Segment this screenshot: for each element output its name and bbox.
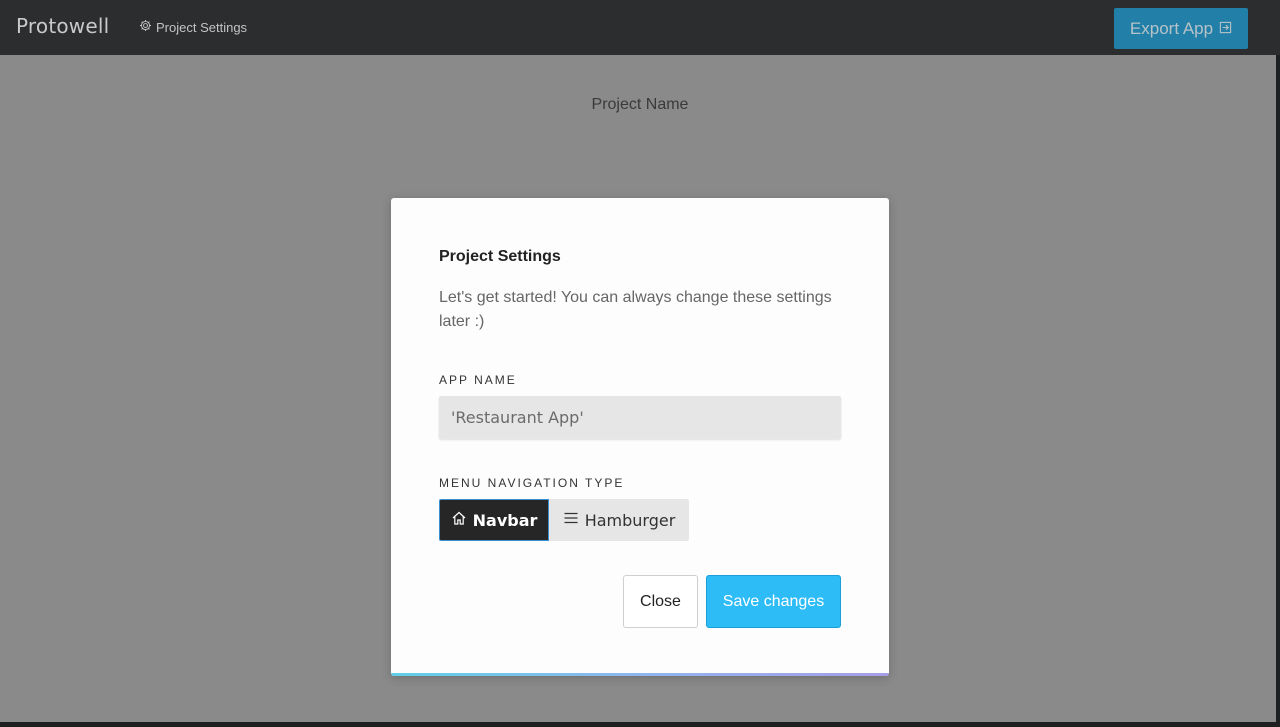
bottom-edge: [0, 722, 1280, 727]
modal-title: Project Settings: [439, 248, 561, 265]
export-icon: [1219, 19, 1232, 39]
export-app-label: Export App: [1129, 18, 1214, 38]
close-button[interactable]: Close: [623, 575, 698, 628]
save-changes-button[interactable]: Save changes: [706, 575, 841, 628]
project-settings-modal: Project Settings Let's get started! You …: [391, 198, 889, 676]
hamburger-option-button[interactable]: Hamburger: [549, 499, 689, 541]
navbar-option-button[interactable]: Navbar: [439, 499, 549, 541]
project-name-heading: Project Name: [591, 96, 689, 113]
app-name-label: APP NAME: [439, 373, 517, 387]
modal-accent-bar: [391, 673, 889, 676]
menu-navigation-toggle: Navbar Hamburger: [439, 499, 689, 541]
hamburger-option-label: Hamburger: [584, 510, 676, 530]
export-app-button[interactable]: Export App: [1114, 8, 1248, 49]
top-navbar: Protowell Project Settings Export App: [0, 0, 1280, 55]
app-name-input[interactable]: 'Restaurant App': [439, 396, 841, 439]
hamburger-icon: [563, 510, 579, 530]
home-icon: [451, 510, 467, 530]
modal-description: Let's get started! You can always change…: [439, 289, 832, 330]
brand-logo[interactable]: Protowell: [16, 14, 109, 38]
project-settings-label: Project Settings: [156, 19, 248, 35]
menu-navigation-type-label: MENU NAVIGATION TYPE: [439, 476, 625, 490]
navbar-option-label: Navbar: [472, 510, 538, 530]
gear-icon: [139, 19, 152, 35]
project-settings-link[interactable]: Project Settings: [139, 19, 247, 35]
